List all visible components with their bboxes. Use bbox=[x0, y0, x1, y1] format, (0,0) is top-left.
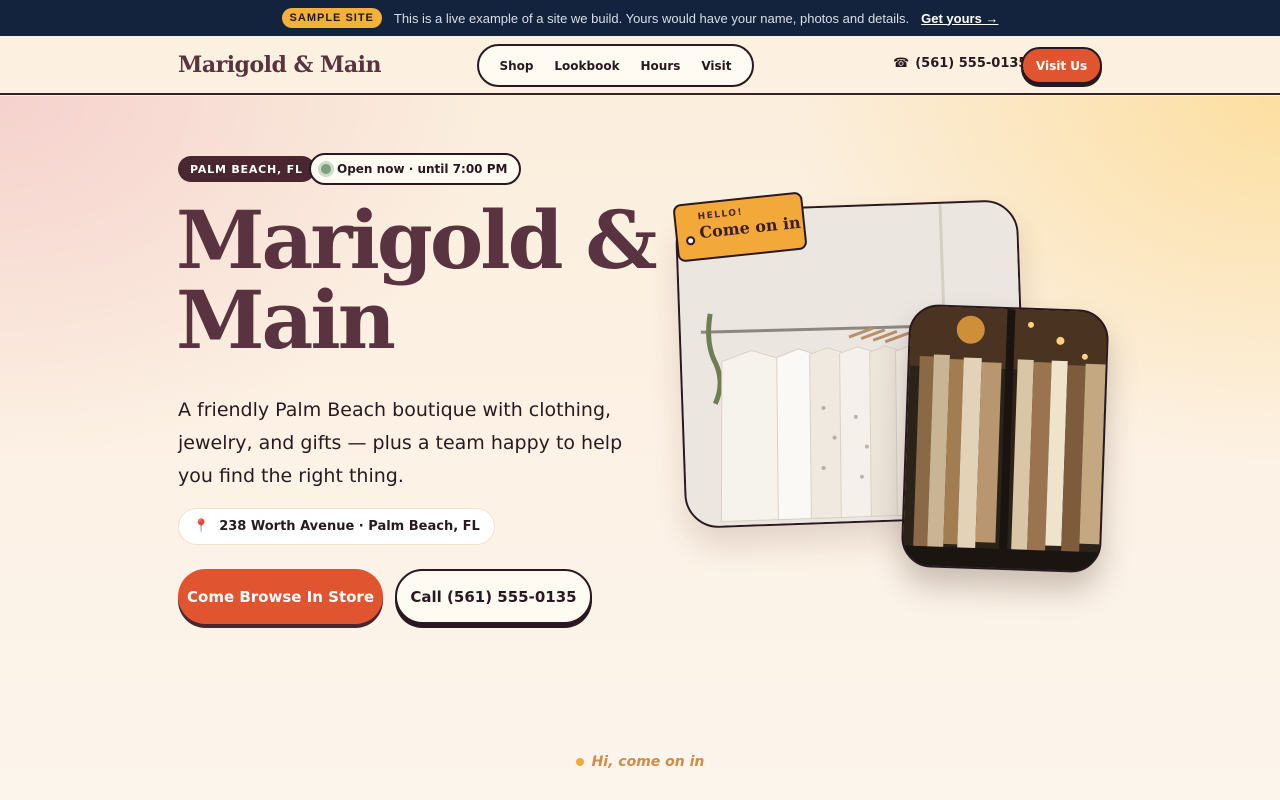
hero-subtitle: A friendly Palm Beach boutique with clot… bbox=[178, 399, 623, 487]
address-text: 238 Worth Avenue · Palm Beach, FL bbox=[219, 519, 480, 534]
hero-title: Marigold & Main bbox=[176, 193, 658, 367]
location-badge: PALM BEACH, FL bbox=[178, 156, 315, 182]
nav-shop[interactable]: Shop bbox=[499, 59, 533, 73]
header-phone-number: (561) 555-0135 bbox=[915, 56, 1028, 71]
header-phone-link[interactable]: ☎ (561) 555-0135 bbox=[893, 56, 1027, 71]
open-status-text: Open now · until 7:00 PM bbox=[337, 162, 508, 176]
main-nav: Shop Lookbook Hours Visit bbox=[477, 44, 754, 87]
section-hint: Hi, come on in bbox=[0, 754, 1280, 770]
tag-hole-icon bbox=[685, 235, 696, 246]
address-pill[interactable]: 📍 238 Worth Avenue · Palm Beach, FL bbox=[178, 508, 495, 545]
visit-us-button[interactable]: Visit Us bbox=[1021, 47, 1102, 84]
call-button[interactable]: Call (561) 555-0135 bbox=[395, 569, 592, 624]
hint-dot-icon bbox=[575, 758, 584, 766]
open-status-dot-icon bbox=[321, 164, 331, 174]
interior-rack-illustration bbox=[902, 305, 1110, 574]
sample-site-badge: SAMPLE SITE bbox=[281, 8, 382, 28]
hint-text: Hi, come on in bbox=[591, 754, 705, 770]
banner-message: This is a live example of a site we buil… bbox=[393, 10, 910, 26]
open-status-badge: Open now · until 7:00 PM bbox=[309, 153, 522, 185]
come-browse-button[interactable]: Come Browse In Store bbox=[178, 569, 383, 624]
get-yours-link[interactable]: Get yours → bbox=[921, 11, 998, 26]
boutique-interior-photo bbox=[900, 303, 1110, 574]
map-pin-icon: 📍 bbox=[193, 519, 210, 534]
phone-icon: ☎ bbox=[893, 56, 910, 71]
nav-visit[interactable]: Visit bbox=[701, 59, 731, 73]
nav-lookbook[interactable]: Lookbook bbox=[554, 59, 619, 73]
nav-hours[interactable]: Hours bbox=[641, 59, 681, 73]
site-header: Marigold & Main Shop Lookbook Hours Visi… bbox=[0, 36, 1280, 95]
sample-site-banner: SAMPLE SITE This is a live example of a … bbox=[0, 0, 1280, 36]
site-logo[interactable]: Marigold & Main bbox=[178, 52, 382, 78]
